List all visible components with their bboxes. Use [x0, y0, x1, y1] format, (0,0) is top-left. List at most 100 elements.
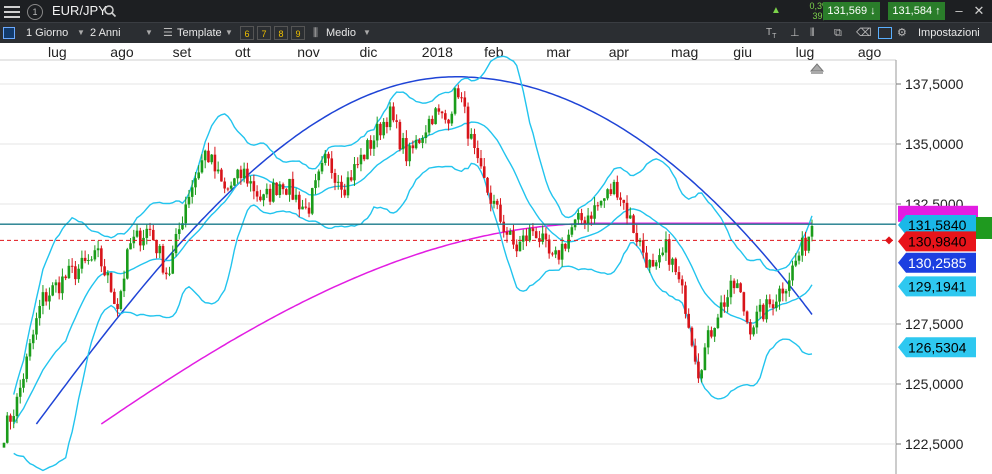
instrument-symbol[interactable]: EUR/JPY — [52, 0, 107, 22]
candle-body — [473, 133, 476, 149]
time-label: dic — [360, 44, 378, 60]
chart-type-value: Medio — [326, 27, 356, 39]
candle-body — [9, 415, 12, 422]
template-button-8[interactable]: 8 — [274, 26, 288, 40]
candle-body — [109, 272, 113, 292]
minimize-icon[interactable]: – — [952, 0, 966, 22]
candle-body — [521, 235, 525, 242]
candle-body — [586, 215, 590, 224]
candle-body — [603, 198, 606, 201]
candle-body — [294, 194, 298, 200]
gear-icon[interactable]: ⚙ — [897, 23, 907, 43]
template-button-9[interactable]: 9 — [291, 26, 305, 40]
time-label: ago — [858, 44, 882, 60]
candle-body — [460, 97, 463, 99]
pin-icon[interactable]: ⊥ — [790, 23, 800, 43]
candle-body — [697, 361, 700, 379]
candle-body — [48, 295, 51, 302]
candle-body — [671, 258, 674, 265]
candle-body — [791, 265, 794, 281]
candle-body — [739, 283, 742, 293]
timeframe-value: 1 Giorno — [26, 27, 69, 39]
candle-body — [129, 243, 132, 250]
candle-body — [362, 154, 366, 160]
search-icon[interactable] — [103, 0, 117, 22]
candle-body — [469, 133, 473, 139]
candle-body — [301, 206, 304, 210]
range-dropdown[interactable]: 2 Anni — [90, 23, 121, 43]
time-scroll-handle[interactable] — [809, 63, 825, 72]
candle-body — [275, 182, 278, 196]
candle-body — [755, 311, 759, 328]
template-dropdown[interactable]: Template — [177, 23, 222, 43]
buy-price-button[interactable]: 131,584 ↑ — [888, 2, 945, 20]
close-icon[interactable]: ✕ — [972, 0, 986, 22]
candle-body — [713, 328, 716, 337]
sell-price-button[interactable]: 131,569 ↓ — [823, 2, 880, 20]
hamburger-menu-icon[interactable] — [4, 0, 20, 22]
candle-body — [609, 189, 613, 195]
bollinger-middle-line — [13, 121, 813, 425]
candle-body — [116, 303, 119, 310]
candle-body — [252, 181, 256, 192]
candle-body — [249, 181, 252, 184]
candle-body — [190, 187, 194, 197]
candle-body — [622, 199, 626, 203]
candle-body — [158, 245, 162, 254]
candle-body — [716, 317, 720, 329]
timeframe-dropdown[interactable]: 1 Giorno — [26, 23, 68, 43]
candle-body — [606, 189, 609, 199]
candle-body — [784, 290, 788, 294]
candle-body — [35, 318, 38, 335]
candle-body — [654, 262, 658, 267]
alert-marker-icon[interactable] — [885, 236, 893, 245]
candle-body — [482, 166, 486, 178]
candle-body — [596, 205, 600, 207]
candle-body — [489, 192, 493, 204]
text-tool-icon[interactable]: TT — [766, 23, 776, 43]
candle-body — [184, 204, 188, 224]
candle-body — [138, 230, 142, 246]
chart-type-dropdown[interactable]: Medio — [326, 23, 356, 43]
chart-canvas[interactable]: lug ago set ott nov dic 2018 feb mar apr mag giu lug… — [0, 43, 992, 474]
candle-body — [476, 148, 480, 159]
indicators-icon[interactable]: ⫴ — [810, 23, 815, 43]
candle-body — [57, 282, 61, 294]
candle-body — [693, 345, 697, 362]
settings-button[interactable]: Impostazioni — [918, 23, 980, 43]
candle-body — [382, 121, 385, 136]
bollinger-lower-line — [13, 162, 813, 472]
candle-body — [278, 184, 282, 196]
candle-body — [80, 257, 84, 269]
candle-body — [372, 140, 376, 149]
candle-body — [440, 111, 444, 114]
candle-body — [437, 108, 441, 112]
candle-body — [534, 231, 538, 239]
candle-body — [486, 177, 489, 193]
candle-body — [272, 182, 275, 202]
candle-body — [775, 301, 778, 309]
candle-body — [174, 233, 178, 254]
price-chart[interactable]: lug ago set ott nov dic 2018 feb mar apr mag giu lug… — [0, 43, 992, 474]
chart-toolbar: 1 Giorno ▼ 2 Anni ▼ ☰ Template ▼ 6 7 8 9… — [0, 22, 992, 43]
candle-body — [505, 231, 509, 235]
eraser-icon[interactable]: ⌫ — [856, 23, 872, 43]
time-scroll-handle-base[interactable] — [811, 71, 823, 74]
chart-layout-icon[interactable] — [3, 27, 15, 39]
window-number-badge[interactable]: 1 — [27, 4, 43, 20]
candle-body — [593, 205, 596, 219]
template-button-6[interactable]: 6 — [240, 26, 254, 40]
candle-body — [768, 299, 772, 305]
candle-body — [453, 88, 457, 114]
candle-body — [752, 327, 755, 335]
candle-body — [450, 113, 454, 124]
candle-body — [310, 188, 314, 214]
copy-icon[interactable]: ⧉ — [834, 23, 842, 43]
settings-label: Impostazioni — [918, 27, 980, 39]
candle-body — [690, 327, 694, 346]
candle-body — [674, 258, 678, 273]
template-button-7[interactable]: 7 — [257, 26, 271, 40]
draw-tool-active-icon[interactable] — [878, 27, 892, 39]
candle-body — [677, 272, 681, 280]
candle-body — [781, 288, 785, 294]
